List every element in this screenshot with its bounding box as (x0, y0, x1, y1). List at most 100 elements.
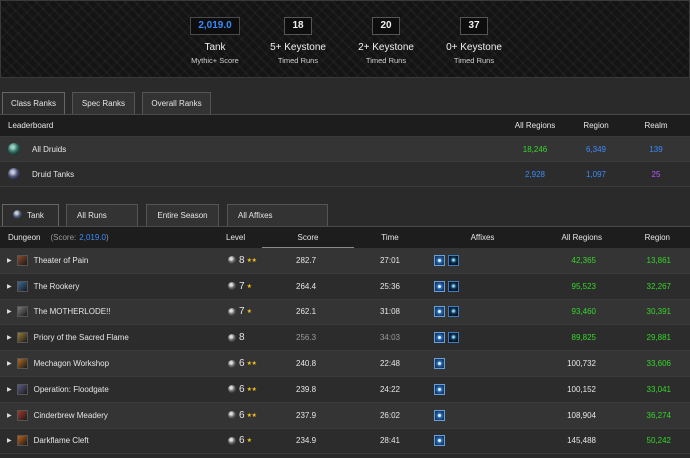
leaderboard-row-name: All Druids (0, 137, 66, 161)
rank-all-regions[interactable]: 42,365 (540, 248, 596, 273)
dungeon-icon (16, 280, 28, 292)
affix-icon[interactable] (434, 358, 445, 370)
leaderboard-row[interactable]: Druid Tanks 2,928 1,097 25 (0, 162, 690, 187)
affix-icon[interactable] (448, 254, 459, 266)
rank-region[interactable]: 33,041 (620, 377, 671, 402)
tab-overall-ranks[interactable]: Overall Ranks (142, 92, 211, 114)
leaderboard-col-region: Region (583, 121, 609, 130)
expand-caret-icon[interactable]: ▶ (7, 283, 12, 290)
keystone-icon (228, 411, 236, 420)
keystone-level: 7 ★ (228, 274, 252, 299)
dungeon-name-cell[interactable]: ▶ Mechagon Workshop (0, 351, 109, 376)
keystone-level: 8 ★★ (228, 248, 257, 273)
dungeon-row[interactable]: ▶ Priory of the Sacred Flame 8 256.3 34:03 89… (0, 325, 690, 352)
dungeon-name-cell[interactable]: ▶ Darkflame Cleft (0, 429, 89, 454)
region-col-header[interactable]: Region (620, 227, 670, 248)
affix-icon[interactable] (448, 280, 459, 292)
expand-caret-icon[interactable]: ▶ (7, 360, 12, 367)
dungeon-name-cell[interactable]: ▶ Theater of Pain (0, 248, 88, 273)
dungeon-name-cell[interactable]: ▶ Operation: Floodgate (0, 377, 109, 402)
run-score: 282.7 (296, 255, 317, 265)
dungeon-row[interactable]: ▶ Cinderbrew Meadery 6 ★★ 237.9 26:02 108,904 3… (0, 402, 690, 429)
leaderboard-row-label: All Druids (32, 144, 67, 154)
run-time: 28:41 (379, 436, 401, 446)
dungeon-name-cell[interactable]: ▶ Cinderbrew Meadery (0, 403, 108, 428)
upgrade-stars: ★★ (246, 257, 257, 264)
dungeon-row[interactable]: ▶ Darkflame Cleft 6 ★ 234.9 28:41 145,488 50,24… (0, 428, 690, 455)
rank-region[interactable]: 29,881 (620, 325, 671, 350)
affix-list (434, 377, 448, 402)
rank-region[interactable]: 30,391 (620, 300, 671, 325)
score-col-header[interactable]: Score (262, 227, 354, 248)
expand-caret-icon[interactable]: ▶ (7, 412, 12, 419)
dungeon-row[interactable]: ▶ Operation: Floodgate 6 ★★ 239.8 24:22 100,15… (0, 376, 690, 403)
dungeon-icon (16, 254, 28, 266)
upgrade-stars: ★★ (246, 361, 257, 368)
rank-region[interactable]: 1,097 (570, 162, 622, 186)
rank-all-regions[interactable]: 145,488 (540, 429, 596, 454)
dungeon-table-header: Dungeon (Score: 2,019.0 ) Level Score Ti… (0, 226, 690, 249)
dungeon-row[interactable]: ▶ The Rookery 7 ★ 264.4 25:36 95,523 32,267 (0, 273, 690, 300)
rank-all-regions[interactable]: 18,246 (500, 137, 570, 161)
run-time: 22:48 (379, 359, 401, 369)
affix-icon[interactable] (434, 254, 445, 266)
time-col-header[interactable]: Time (365, 227, 415, 248)
all-regions-col-header[interactable]: All Regions (540, 227, 602, 248)
affix-icon[interactable] (448, 332, 459, 344)
dungeon-name-cell[interactable]: ▶ Priory of the Sacred Flame (0, 325, 129, 350)
rank-all-regions[interactable]: 2,928 (500, 162, 570, 186)
tab-entire-season[interactable]: Entire Season (146, 204, 219, 226)
run-score: 262.1 (296, 307, 317, 317)
dungeon-name-cell[interactable]: ▶ The MOTHERLODE!! (0, 300, 111, 325)
affix-icon[interactable] (434, 409, 445, 421)
keystone-level-value: 6 (239, 409, 245, 421)
upgrade-stars: ★ (246, 309, 252, 316)
leaderboard-row[interactable]: All Druids 18,246 6,349 139 (0, 137, 690, 162)
affix-icon[interactable] (434, 383, 445, 395)
run-time: 27:01 (379, 255, 401, 265)
dungeon-name-cell[interactable]: ▶ The Rookery (0, 274, 79, 299)
expand-caret-icon[interactable]: ▶ (7, 437, 12, 444)
rank-all-regions[interactable]: 95,523 (540, 274, 596, 299)
dungeon-row[interactable]: ▶ The MOTHERLODE!! 7 ★ 262.1 31:08 93,460 30,39… (0, 299, 690, 326)
dungeon-row[interactable]: ▶ Mechagon Workshop 6 ★★ 240.8 22:48 100,732 33… (0, 351, 690, 377)
dungeon-rows: ▶ Theater of Pain 8 ★★ 282.7 27:01 42,365 13,86… (0, 248, 690, 455)
rank-region[interactable]: 6,349 (570, 137, 622, 161)
druid-class-icon (8, 143, 20, 155)
keystone-level: 6 ★★ (228, 351, 257, 376)
dungeon-row[interactable]: ▶ Theater of Pain 8 ★★ 282.7 27:01 42,365 13,86… (0, 248, 690, 274)
affix-icon[interactable] (434, 435, 445, 447)
rank-all-regions[interactable]: 108,904 (540, 403, 596, 428)
affix-icon[interactable] (434, 306, 445, 318)
expand-caret-icon[interactable]: ▶ (7, 334, 12, 341)
run-time: 31:08 (379, 307, 401, 317)
affix-icon[interactable] (434, 332, 445, 344)
keystone-icon (228, 282, 236, 291)
tab-class-ranks[interactable]: Class Ranks (2, 92, 65, 114)
dungeon-name: Theater of Pain (33, 255, 89, 265)
rank-all-regions[interactable]: 100,152 (540, 377, 596, 402)
rank-region[interactable]: 32,267 (620, 274, 671, 299)
expand-caret-icon[interactable]: ▶ (7, 386, 12, 393)
rank-all-regions[interactable]: 89,825 (540, 325, 596, 350)
rank-all-regions[interactable]: 100,732 (540, 351, 596, 376)
expand-caret-icon[interactable]: ▶ (7, 308, 12, 315)
rank-region[interactable]: 33,606 (620, 351, 671, 376)
stat-2plus-value: 20 (372, 17, 400, 35)
affix-icon[interactable] (434, 280, 445, 292)
rank-realm[interactable]: 25 (630, 162, 682, 186)
rank-region[interactable]: 13,861 (620, 248, 671, 273)
affix-list (434, 274, 462, 299)
level-col-header[interactable]: Level (226, 227, 245, 248)
keystone-level-value: 6 (239, 358, 245, 370)
tab-tank[interactable]: Tank (2, 204, 59, 226)
expand-caret-icon[interactable]: ▶ (7, 257, 12, 264)
tab-spec-ranks[interactable]: Spec Ranks (72, 92, 135, 114)
rank-realm[interactable]: 139 (630, 137, 682, 161)
rank-region[interactable]: 50,242 (620, 429, 671, 454)
rank-all-regions[interactable]: 93,460 (540, 300, 596, 325)
affix-icon[interactable] (448, 306, 459, 318)
rank-region[interactable]: 36,274 (620, 403, 671, 428)
tab-all-affixes[interactable]: All Affixes (227, 204, 328, 226)
tab-all-runs[interactable]: All Runs (66, 204, 138, 226)
